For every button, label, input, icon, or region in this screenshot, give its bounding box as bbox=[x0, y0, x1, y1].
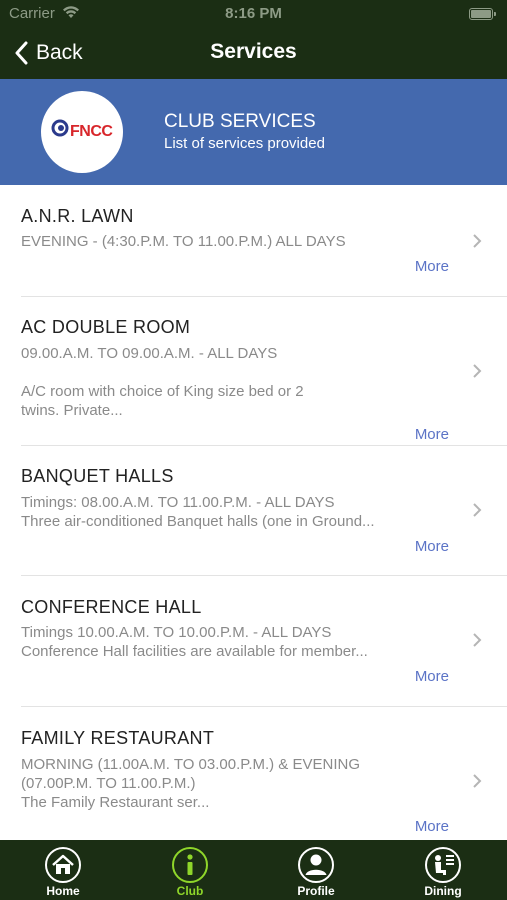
service-title: AC DOUBLE ROOM bbox=[21, 317, 191, 337]
service-timing: (07.00P.M. TO 11.00.P.M.) bbox=[21, 775, 196, 792]
navigation-bar: Back Services bbox=[0, 28, 507, 79]
page-title: Services bbox=[210, 40, 297, 63]
chevron-right-icon bbox=[473, 234, 482, 248]
fncc-logo: FNCC bbox=[41, 91, 123, 173]
service-timing: Timings 10.00.A.M. TO 10.00.P.M. - ALL D… bbox=[21, 624, 332, 641]
service-title: CONFERENCE HALL bbox=[21, 597, 202, 617]
logo-text: FNCC bbox=[70, 123, 113, 140]
more-link[interactable]: More bbox=[415, 818, 449, 835]
more-link[interactable]: More bbox=[415, 538, 449, 555]
tab-profile[interactable]: Profile bbox=[253, 840, 379, 900]
service-title: BANQUET HALLS bbox=[21, 466, 174, 486]
more-link[interactable]: More bbox=[415, 258, 449, 275]
services-list: A.N.R. LAWN EVENING - (4:30.P.M. TO 11.0… bbox=[0, 185, 507, 840]
profile-icon bbox=[298, 847, 334, 883]
tab-dining[interactable]: Dining bbox=[380, 840, 506, 900]
service-timing: Timings: 08.00.A.M. TO 11.00.P.M. - ALL … bbox=[21, 494, 335, 511]
service-description: Three air-conditioned Banquet halls (one… bbox=[21, 513, 375, 530]
chevron-right-icon bbox=[473, 633, 482, 647]
service-timing: MORNING (11.00A.M. TO 03.00.P.M.) & EVEN… bbox=[21, 756, 360, 773]
info-icon bbox=[172, 847, 208, 883]
tab-label: Home bbox=[46, 884, 80, 898]
service-row-family-restaurant[interactable]: FAMILY RESTAURANT MORNING (11.00A.M. TO … bbox=[0, 707, 507, 840]
dining-icon bbox=[425, 847, 461, 883]
service-title: A.N.R. LAWN bbox=[21, 206, 134, 226]
logo-swirl-icon bbox=[51, 119, 69, 137]
service-title: FAMILY RESTAURANT bbox=[21, 728, 215, 748]
tab-bar: Home Club Profile Dining bbox=[0, 840, 507, 900]
service-row-banquet-halls[interactable]: BANQUET HALLS Timings: 08.00.A.M. TO 11.… bbox=[0, 446, 507, 576]
home-icon bbox=[45, 847, 81, 883]
chevron-right-icon bbox=[473, 503, 482, 517]
service-row-conference-hall[interactable]: CONFERENCE HALL Timings 10.00.A.M. TO 10… bbox=[0, 576, 507, 707]
status-bar: Carrier 8:16 PM bbox=[0, 0, 507, 28]
service-description: The Family Restaurant ser... bbox=[21, 794, 210, 811]
tab-club[interactable]: Club bbox=[127, 840, 253, 900]
more-link[interactable]: More bbox=[415, 668, 449, 685]
battery-icon bbox=[469, 8, 496, 20]
service-timing: 09.00.A.M. TO 09.00.A.M. - ALL DAYS bbox=[21, 345, 278, 362]
chevron-right-icon bbox=[473, 364, 482, 378]
service-description: A/C room with choice of King size bed or… bbox=[21, 383, 304, 400]
header-subtitle: List of services provided bbox=[164, 135, 325, 152]
more-link[interactable]: More bbox=[415, 426, 449, 443]
tab-label: Profile bbox=[297, 884, 335, 898]
service-timing: EVENING - (4:30.P.M. TO 11.00.P.M.) ALL … bbox=[21, 233, 346, 250]
tab-home[interactable]: Home bbox=[0, 840, 126, 900]
service-description: twins. Private... bbox=[21, 402, 123, 419]
tab-label: Dining bbox=[424, 884, 462, 898]
service-row-anr-lawn[interactable]: A.N.R. LAWN EVENING - (4:30.P.M. TO 11.0… bbox=[0, 185, 507, 297]
header-title: CLUB SERVICES bbox=[164, 111, 316, 132]
tab-label: Club bbox=[176, 884, 204, 898]
clock: 8:16 PM bbox=[225, 5, 282, 22]
service-description: Conference Hall facilities are available… bbox=[21, 643, 368, 660]
chevron-right-icon bbox=[473, 774, 482, 788]
service-row-ac-double-room[interactable]: AC DOUBLE ROOM 09.00.A.M. TO 09.00.A.M. … bbox=[0, 297, 507, 446]
club-services-header: FNCC CLUB SERVICES List of services prov… bbox=[0, 79, 507, 185]
